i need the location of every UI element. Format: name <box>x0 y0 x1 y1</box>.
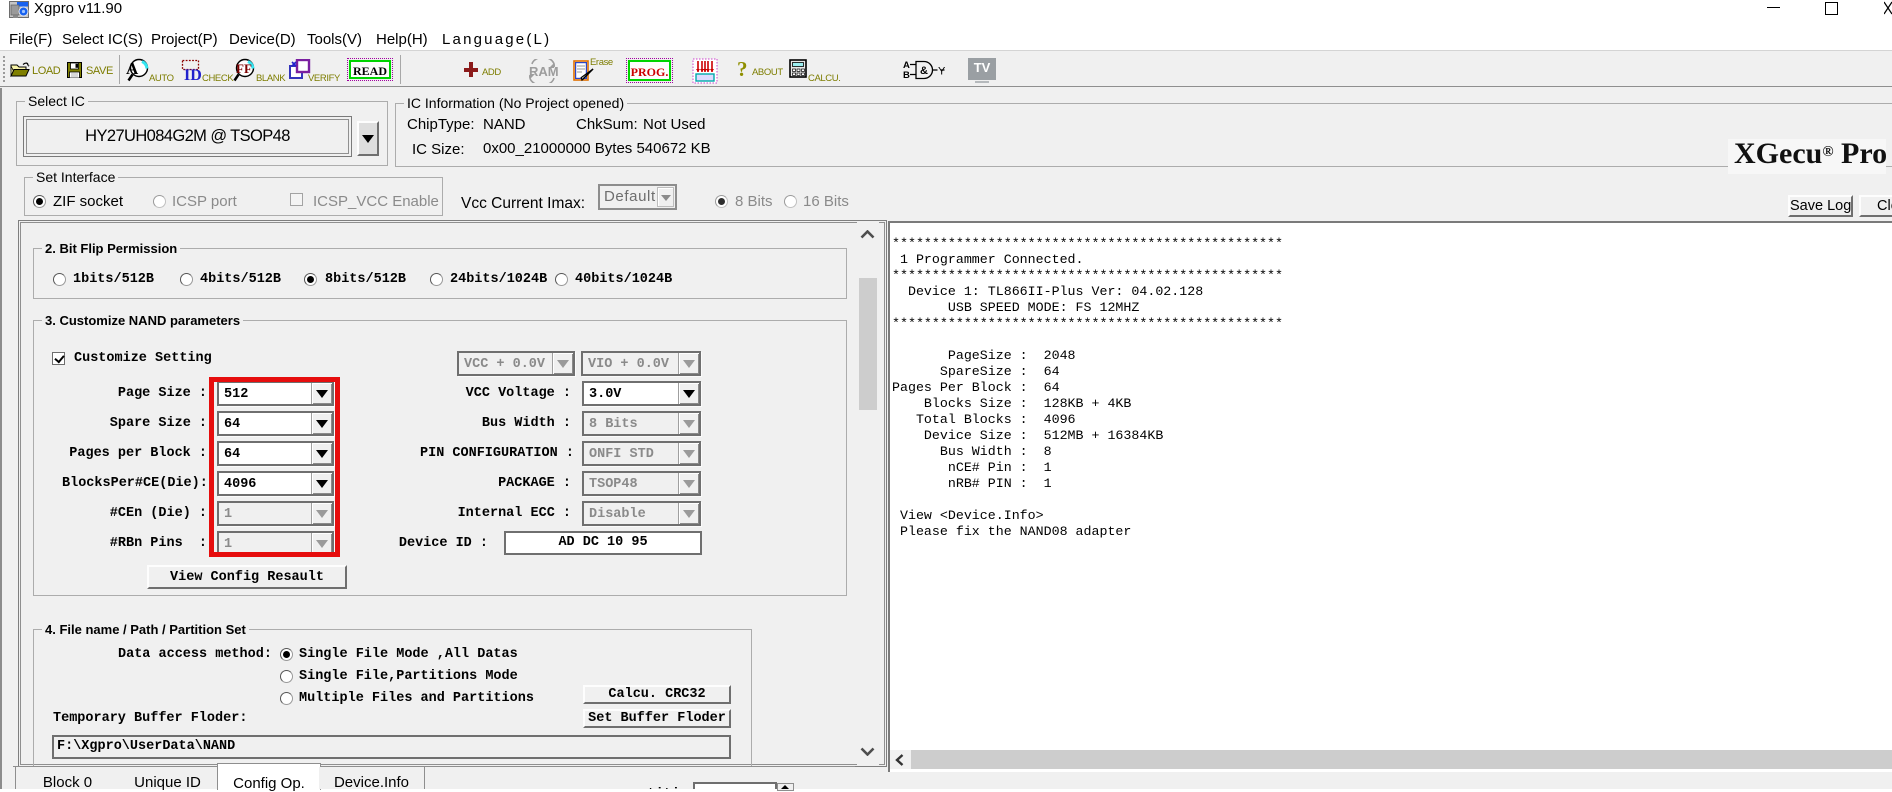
svg-text:&: & <box>920 65 928 77</box>
svg-text:?: ? <box>737 59 748 80</box>
svg-text:Y: Y <box>938 66 945 78</box>
svg-text:ID: ID <box>184 67 202 83</box>
svg-text:RAM: RAM <box>529 64 559 79</box>
svg-text:FF: FF <box>236 61 252 76</box>
svg-text:B: B <box>903 70 910 81</box>
